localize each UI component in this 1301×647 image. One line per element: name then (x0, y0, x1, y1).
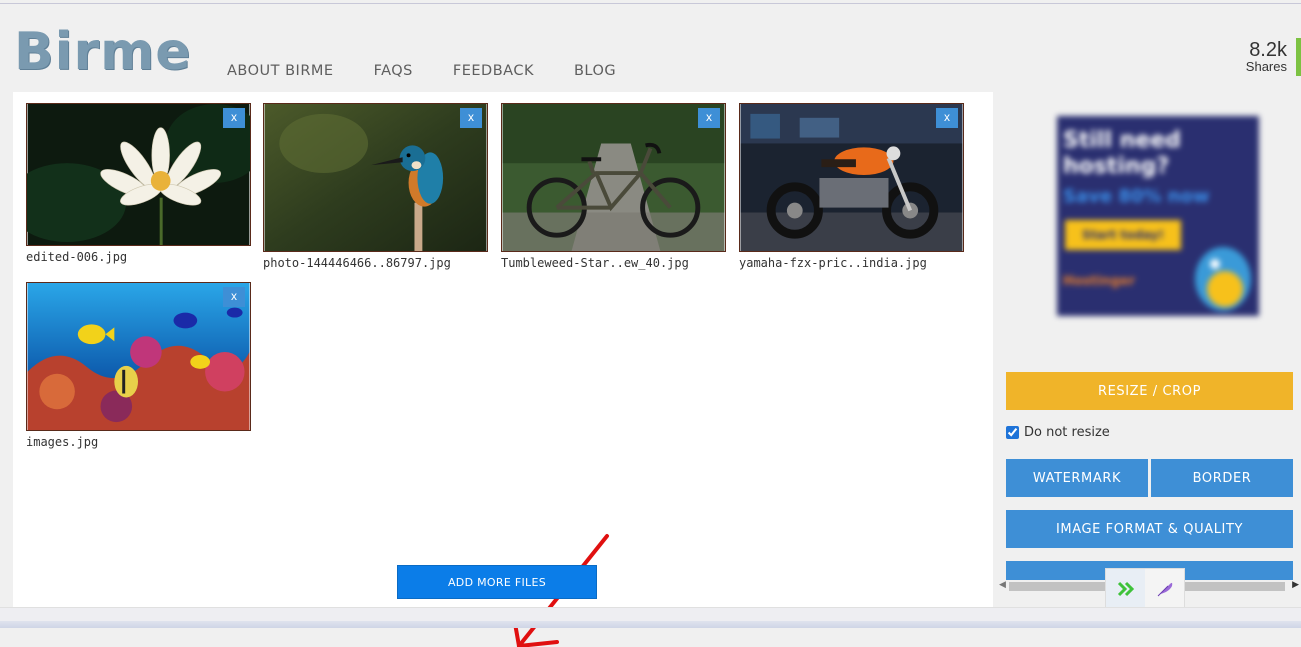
ad-headline: Still need hosting? (1063, 128, 1181, 179)
bottom-edge (0, 607, 1301, 628)
floating-forward-button[interactable] (1106, 569, 1145, 609)
kingfisher-image (264, 104, 487, 251)
image-workspace: x edited-006.jpg x photo-144446466..8679… (13, 92, 993, 647)
settings-sidebar: Still need hosting? Save 80% now Start t… (993, 92, 1301, 607)
share-label: Shares (1245, 59, 1287, 74)
scroll-left-arrow-icon[interactable]: ◀ (999, 580, 1006, 590)
nav-faqs[interactable]: FAQS (374, 63, 413, 79)
watermark-button[interactable]: WATERMARK (1006, 459, 1148, 497)
nav-about[interactable]: ABOUT BIRME (227, 63, 334, 79)
do-not-resize-label: Do not resize (1024, 425, 1110, 440)
floating-toolbar (1105, 568, 1185, 609)
thumbnail-bicycle[interactable] (501, 103, 726, 252)
feather-icon (1157, 582, 1172, 597)
remove-file-1-button[interactable]: x (223, 108, 245, 128)
do-not-resize-option[interactable]: Do not resize (1006, 425, 1110, 440)
double-chevron-right-icon (1117, 581, 1134, 597)
thumbnail-reef[interactable] (26, 282, 251, 431)
thumbnail-lotus[interactable] (26, 103, 251, 246)
share-bar[interactable] (1296, 38, 1301, 76)
border-button[interactable]: BORDER (1151, 459, 1293, 497)
motorcycle-image (740, 104, 963, 251)
file-name-3: Tumbleweed-Star..ew_40.jpg (501, 256, 689, 270)
birme-logo[interactable]: Birme (14, 26, 192, 78)
thumbnail-motorcycle[interactable] (739, 103, 964, 252)
remove-file-4-button[interactable]: x (936, 108, 958, 128)
remove-file-3-button[interactable]: x (698, 108, 720, 128)
site-header: Birme ABOUT BIRME FAQS FEEDBACK BLOG 8.2… (0, 4, 1301, 92)
floating-feather-button[interactable] (1145, 569, 1184, 609)
file-name-5: images.jpg (26, 435, 99, 449)
file-name-4: yamaha-fzx-pric..india.jpg (739, 256, 927, 270)
nav-blog[interactable]: BLOG (574, 63, 616, 79)
bicycle-image (502, 104, 725, 251)
remove-file-5-button[interactable]: x (223, 287, 245, 307)
share-counter[interactable]: 8.2k Shares (1246, 40, 1287, 73)
remove-file-2-button[interactable]: x (460, 108, 482, 128)
do-not-resize-checkbox[interactable] (1006, 426, 1019, 439)
main-nav: ABOUT BIRME FAQS FEEDBACK BLOG (227, 63, 656, 79)
reef-image (27, 283, 250, 430)
share-count: 8.2k (1249, 39, 1287, 61)
file-name-1: edited-006.jpg (26, 250, 128, 264)
file-name-2: photo-144446466..86797.jpg (263, 256, 451, 270)
lotus-image (27, 104, 250, 245)
ad-mascot-icon (1195, 247, 1251, 311)
advertisement-banner[interactable]: Still need hosting? Save 80% now Start t… (1057, 116, 1259, 316)
image-format-quality-button[interactable]: IMAGE FORMAT & QUALITY (1006, 510, 1293, 548)
add-more-files-button[interactable]: ADD MORE FILES (397, 565, 597, 599)
ad-brand: Hostinger (1063, 274, 1136, 289)
resize-crop-button[interactable]: RESIZE / CROP (1006, 372, 1293, 410)
nav-feedback[interactable]: FEEDBACK (453, 63, 534, 79)
thumbnail-kingfisher[interactable] (263, 103, 488, 252)
ad-cta-button[interactable]: Start today! (1065, 220, 1181, 250)
scroll-right-arrow-icon[interactable]: ▶ (1292, 580, 1299, 590)
ad-offer: Save 80% now (1063, 186, 1210, 207)
